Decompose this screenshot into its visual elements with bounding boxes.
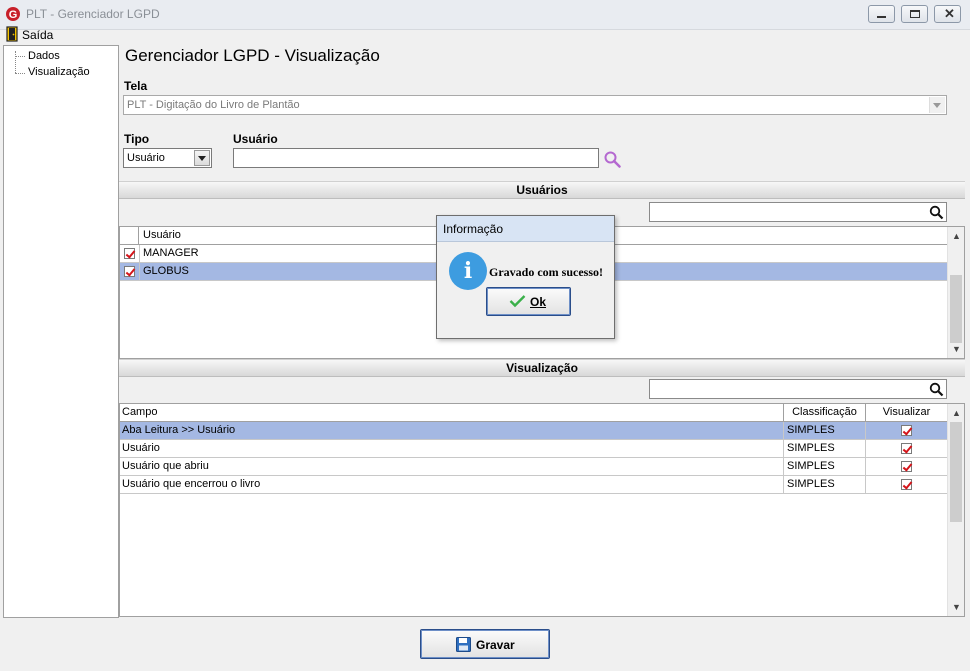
tipo-selected-value: Usuário — [127, 152, 165, 164]
scrollbar-thumb[interactable] — [950, 422, 962, 522]
tree-connector — [15, 73, 25, 74]
row-checkbox[interactable] — [124, 248, 135, 259]
dialog-message: Gravado com sucesso! — [489, 265, 603, 279]
svg-text:G: G — [9, 9, 18, 21]
visualizar-checkbox[interactable] — [901, 461, 912, 472]
campo-cell: Aba Leitura >> Usuário — [122, 424, 236, 436]
scroll-up-icon[interactable]: ▲ — [952, 231, 961, 241]
ok-button-label: Ok — [530, 295, 547, 309]
minimize-icon — [877, 16, 886, 18]
usuario-search-input[interactable] — [233, 148, 599, 168]
visualizar-checkbox[interactable] — [901, 479, 912, 490]
info-dialog: Informação i Gravado com sucesso! Ok — [436, 215, 615, 339]
scroll-down-icon[interactable]: ▼ — [952, 602, 961, 612]
navigation-tree: Dados Visualização — [3, 45, 119, 618]
visualizacao-filter-input[interactable] — [649, 379, 947, 399]
minimize-button[interactable] — [868, 5, 895, 23]
row-checkbox[interactable] — [124, 266, 135, 277]
window-title: PLT - Gerenciador LGPD — [26, 7, 160, 21]
campo-cell: Usuário que abriu — [122, 460, 209, 472]
column-header-usuario[interactable]: Usuário — [143, 227, 181, 244]
page-title: Gerenciador LGPD - Visualização — [125, 46, 380, 65]
close-icon: ✕ — [944, 6, 955, 21]
visualizar-cell — [865, 476, 947, 494]
classificacao-cell: SIMPLES — [783, 422, 865, 440]
app-logo-icon: G — [6, 7, 20, 21]
visualizacao-grid: Campo Classificação Visualizar Aba Leitu… — [119, 403, 965, 617]
ok-button[interactable]: Ok — [486, 287, 571, 316]
table-row[interactable]: Aba Leitura >> Usuário SIMPLES — [120, 422, 948, 440]
column-header-campo[interactable]: Campo — [122, 404, 157, 421]
visualizar-cell — [865, 458, 947, 476]
scroll-down-icon[interactable]: ▼ — [952, 344, 961, 354]
cell-divider — [139, 245, 140, 263]
usuario-cell: MANAGER — [143, 247, 199, 259]
usuarios-section-header: Usuários — [119, 181, 965, 199]
checkmark-icon — [509, 295, 526, 308]
tree-connector — [15, 56, 25, 57]
visualizar-cell — [865, 422, 947, 440]
cell-divider — [139, 263, 140, 281]
table-row[interactable]: Usuário SIMPLES — [120, 440, 948, 458]
classificacao-cell: SIMPLES — [783, 476, 865, 494]
save-button-label: Gravar — [476, 638, 515, 652]
floppy-disk-icon — [456, 637, 471, 652]
tree-item-dados[interactable]: Dados — [28, 50, 60, 62]
info-icon: i — [449, 252, 487, 290]
table-row[interactable]: Usuário que abriu SIMPLES — [120, 458, 948, 476]
chevron-down-icon[interactable] — [194, 150, 210, 166]
search-icon[interactable] — [929, 382, 944, 397]
classificacao-cell: SIMPLES — [783, 458, 865, 476]
tela-selected-value: PLT - Digitação do Livro de Plantão — [127, 99, 300, 111]
campo-cell: Usuário — [122, 442, 160, 454]
usuario-label: Usuário — [233, 132, 278, 146]
close-button[interactable]: ✕ — [934, 5, 961, 23]
restore-button[interactable] — [901, 5, 928, 23]
search-icon[interactable] — [603, 150, 622, 168]
column-header-classificacao[interactable]: Classificação — [783, 404, 865, 421]
tela-select[interactable]: PLT - Digitação do Livro de Plantão — [123, 95, 947, 115]
campo-cell: Usuário que encerrou o livro — [122, 478, 261, 490]
visualizar-cell — [865, 440, 947, 458]
visualizar-checkbox[interactable] — [901, 425, 912, 436]
visualizar-checkbox[interactable] — [901, 443, 912, 454]
checkbox-column-header — [120, 227, 139, 244]
column-header-visualizar[interactable]: Visualizar — [865, 404, 947, 421]
tela-label: Tela — [124, 79, 148, 93]
exit-door-icon — [6, 26, 18, 42]
visualizacao-grid-header: Campo Classificação Visualizar — [120, 404, 948, 422]
usuarios-scrollbar[interactable]: ▲ ▼ — [947, 227, 964, 358]
scroll-up-icon[interactable]: ▲ — [952, 408, 961, 418]
classificacao-cell: SIMPLES — [783, 440, 865, 458]
menu-exit[interactable]: Saída — [22, 28, 53, 42]
tipo-select[interactable]: Usuário — [123, 148, 212, 168]
restore-icon — [910, 10, 920, 18]
search-icon[interactable] — [929, 205, 944, 220]
tree-connector — [15, 51, 16, 73]
usuario-cell: GLOBUS — [143, 265, 189, 277]
dialog-title: Informação — [437, 216, 614, 242]
table-row[interactable]: Usuário que encerrou o livro SIMPLES — [120, 476, 948, 494]
scrollbar-thumb[interactable] — [950, 275, 962, 343]
chevron-down-icon[interactable] — [929, 97, 945, 113]
tree-item-visualizacao[interactable]: Visualização — [28, 66, 90, 78]
usuarios-filter-input[interactable] — [649, 202, 947, 222]
visualizacao-scrollbar[interactable]: ▲ ▼ — [947, 404, 964, 616]
tipo-label: Tipo — [124, 132, 150, 146]
visualizacao-section-header: Visualização — [119, 359, 965, 377]
save-button[interactable]: Gravar — [420, 629, 550, 659]
